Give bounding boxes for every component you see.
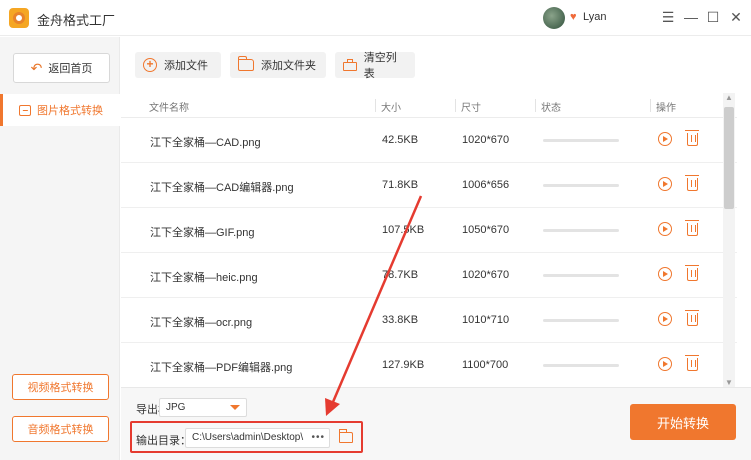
avatar[interactable] — [543, 7, 565, 29]
table-row[interactable]: 江下全家桶—heic.png 78.7KB 1020*670 — [121, 253, 737, 298]
progress-bar — [543, 139, 619, 142]
file-name: 江下全家桶—CAD编辑器.png — [150, 182, 294, 194]
maximize-button[interactable]: ☐ — [705, 9, 721, 25]
add-folder-button[interactable]: 添加文件夹 — [230, 52, 326, 78]
minimize-button[interactable]: — — [683, 9, 699, 25]
play-icon[interactable] — [658, 132, 672, 146]
audio-convert-button[interactable]: 音频格式转换 — [12, 416, 109, 442]
chevron-down-icon — [230, 405, 240, 410]
trash-icon[interactable] — [685, 310, 699, 326]
back-home-button[interactable]: ↶ 返回首页 — [13, 53, 110, 83]
header-size: 大小 — [381, 103, 401, 114]
progress-bar — [543, 364, 619, 367]
file-name: 江下全家桶—PDF编辑器.png — [150, 362, 293, 374]
column-divider — [535, 99, 536, 112]
progress-bar — [543, 274, 619, 277]
sidebar-item-label: 图片格式转换 — [37, 105, 103, 117]
start-convert-button[interactable]: 开始转换 — [630, 404, 736, 440]
file-dimensions: 1100*700 — [462, 359, 509, 371]
file-size: 71.8KB — [382, 179, 419, 191]
trash-icon[interactable] — [685, 175, 699, 191]
file-size: 33.8KB — [382, 314, 419, 326]
back-arrow-icon: ↶ — [30, 60, 43, 76]
file-size: 42.5KB — [382, 134, 419, 146]
file-dimensions: 1020*670 — [462, 269, 510, 281]
clear-list-button[interactable]: 清空列表 — [335, 52, 415, 80]
trash-icon[interactable] — [685, 265, 699, 281]
sidebar: ↶ 返回首页 图片格式转换 视频格式转换 音频格式转换 — [0, 37, 120, 460]
scroll-down-icon[interactable]: ▼ — [725, 378, 733, 387]
scrollbar[interactable]: ▲ ▼ — [723, 93, 735, 387]
annotation-highlight-box — [130, 421, 363, 453]
header-dimensions: 尺寸 — [461, 103, 481, 114]
folder-icon — [237, 56, 254, 71]
table-row[interactable]: 江下全家桶—GIF.png 107.5KB 1050*670 — [121, 208, 737, 253]
play-icon[interactable] — [658, 222, 672, 236]
play-icon[interactable] — [658, 312, 672, 326]
play-icon[interactable] — [658, 267, 672, 281]
video-convert-button[interactable]: 视频格式转换 — [12, 374, 109, 400]
trash-icon[interactable] — [685, 220, 699, 236]
back-home-label: 返回首页 — [48, 63, 93, 75]
close-button[interactable]: ✕ — [728, 9, 744, 25]
title-bar: 金舟格式工厂 ♥ Lyan ☰ — ☐ ✕ — [0, 0, 751, 36]
header-filename: 文件名称 — [149, 103, 189, 114]
toolbar: + 添加文件 添加文件夹 清空列表 — [121, 37, 751, 93]
format-value: JPG — [166, 402, 186, 413]
table-row[interactable]: 江下全家桶—CAD编辑器.png 71.8KB 1006*656 — [121, 163, 737, 208]
trash-icon[interactable] — [685, 355, 699, 371]
column-divider — [375, 99, 376, 112]
play-icon[interactable] — [658, 177, 672, 191]
header-status: 状态 — [541, 103, 561, 114]
column-divider — [650, 99, 651, 112]
menu-icon[interactable]: ☰ — [660, 9, 676, 25]
file-name: 江下全家桶—GIF.png — [150, 227, 255, 239]
clear-list-label: 清空列表 — [363, 52, 397, 80]
file-size: 78.7KB — [382, 269, 419, 281]
file-dimensions: 1050*670 — [462, 224, 510, 236]
play-icon[interactable] — [658, 357, 672, 371]
vip-heart-icon: ♥ — [570, 11, 577, 23]
trash-icon[interactable] — [685, 130, 699, 146]
progress-bar — [543, 184, 619, 187]
format-select[interactable]: JPG — [159, 398, 247, 417]
file-dimensions: 1006*656 — [462, 179, 510, 191]
plus-icon: + — [143, 58, 157, 72]
progress-bar — [543, 319, 619, 322]
file-size: 107.5KB — [382, 224, 425, 236]
add-folder-label: 添加文件夹 — [261, 60, 316, 72]
progress-bar — [543, 229, 619, 232]
file-dimensions: 1010*710 — [462, 314, 510, 326]
file-list: 江下全家桶—CAD.png 42.5KB 1020*670 江下全家桶—CAD编… — [121, 118, 737, 386]
add-file-button[interactable]: + 添加文件 — [135, 52, 221, 78]
app-title: 金舟格式工厂 — [37, 13, 116, 28]
table-row[interactable]: 江下全家桶—ocr.png 33.8KB 1010*710 — [121, 298, 737, 343]
file-dimensions: 1020*670 — [462, 134, 510, 146]
file-size: 127.9KB — [382, 359, 425, 371]
app-logo-icon — [9, 8, 29, 28]
file-name: 江下全家桶—CAD.png — [150, 137, 261, 149]
header-actions: 操作 — [656, 103, 676, 114]
table-header: 文件名称 大小 尺寸 状态 操作 — [121, 93, 737, 118]
clear-basket-icon — [343, 59, 357, 71]
scroll-up-icon[interactable]: ▲ — [725, 93, 733, 102]
file-name: 江下全家桶—heic.png — [150, 272, 258, 284]
sidebar-item-image-convert[interactable]: 图片格式转换 — [0, 94, 120, 126]
username[interactable]: Lyan — [583, 11, 606, 23]
file-name: 江下全家桶—ocr.png — [150, 317, 253, 329]
image-icon — [19, 104, 31, 116]
table-row[interactable]: 江下全家桶—CAD.png 42.5KB 1020*670 — [121, 118, 737, 163]
add-file-label: 添加文件 — [164, 60, 208, 72]
table-row[interactable]: 江下全家桶—PDF编辑器.png 127.9KB 1100*700 — [121, 343, 737, 386]
scroll-thumb[interactable] — [724, 107, 734, 209]
column-divider — [455, 99, 456, 112]
